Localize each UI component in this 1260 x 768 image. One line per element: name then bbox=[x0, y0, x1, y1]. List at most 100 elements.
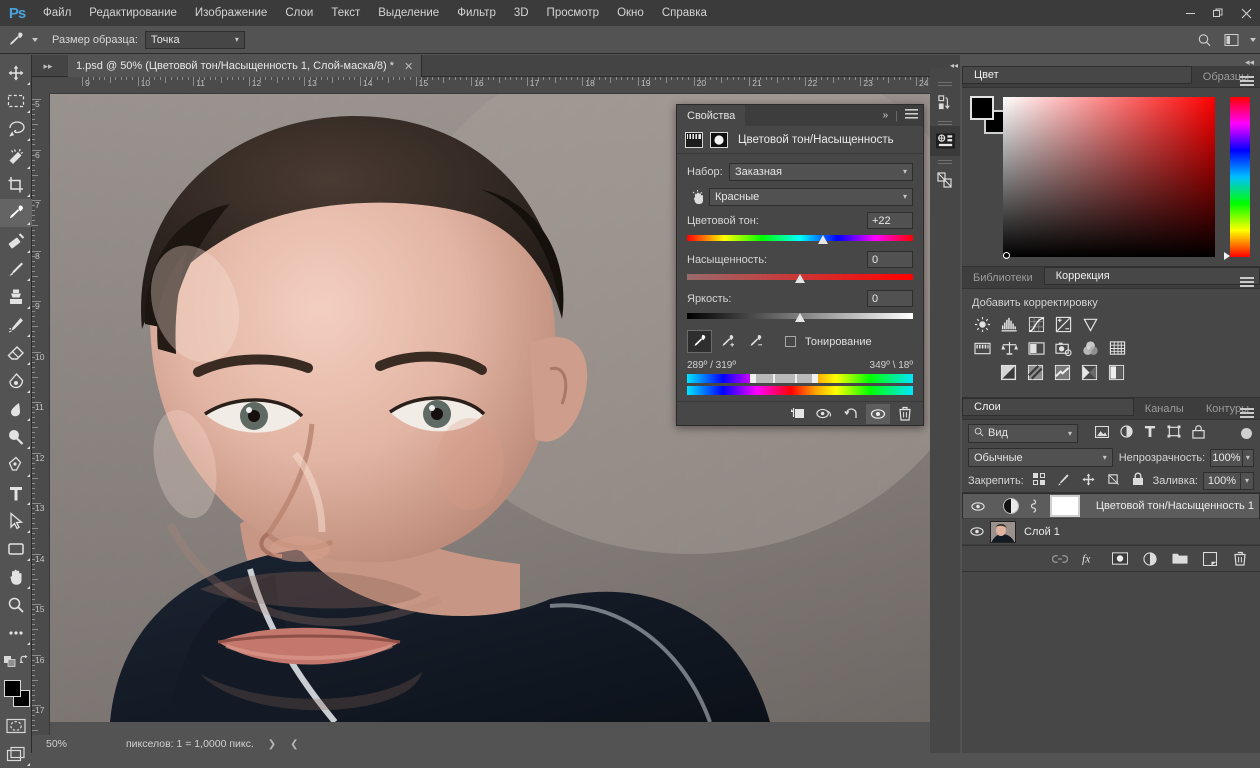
chevron-double-right-icon[interactable]: » bbox=[883, 110, 889, 121]
zoom-tool[interactable] bbox=[0, 591, 32, 619]
menu-text[interactable]: Текст bbox=[322, 0, 369, 26]
rectangle-tool[interactable] bbox=[0, 535, 32, 563]
document-tab-close-icon[interactable]: ✕ bbox=[404, 60, 413, 73]
target-adjustment-hand-icon[interactable] bbox=[687, 189, 709, 205]
lock-image-icon[interactable] bbox=[1057, 473, 1070, 489]
fill-value-input[interactable]: 100% bbox=[1203, 471, 1241, 490]
menu-edit[interactable]: Редактирование bbox=[80, 0, 186, 26]
workspace-icon[interactable] bbox=[1220, 29, 1244, 51]
eyedropper-tool[interactable] bbox=[0, 199, 32, 227]
history-brush-tool[interactable] bbox=[0, 311, 32, 339]
layer-thumbnail[interactable] bbox=[990, 520, 1016, 543]
saturation-value-input[interactable]: 0 bbox=[867, 251, 913, 268]
pen-tool[interactable] bbox=[0, 451, 32, 479]
hue-slider[interactable] bbox=[687, 234, 913, 244]
adjustment-layer-thumbnail[interactable] bbox=[1002, 498, 1019, 514]
color-panel-foreground-swatch[interactable] bbox=[970, 96, 994, 120]
restore-button[interactable] bbox=[1204, 0, 1232, 26]
levels-icon[interactable] bbox=[999, 315, 1020, 334]
adjustment-filter-icon[interactable] bbox=[1120, 425, 1133, 441]
lock-artboard-icon[interactable] bbox=[1107, 473, 1120, 489]
menu-file[interactable]: Файл bbox=[34, 0, 80, 26]
panel-menu-icon[interactable] bbox=[905, 109, 918, 122]
opacity-value-input[interactable]: 100% bbox=[1210, 448, 1243, 467]
tool-preset-chevron-down-icon[interactable] bbox=[32, 37, 38, 42]
layer-visibility-eye-icon[interactable] bbox=[967, 501, 989, 512]
opacity-chevron-down-icon[interactable]: ▾ bbox=[1242, 448, 1254, 467]
hue-value-input[interactable]: +22 bbox=[867, 212, 913, 229]
exposure-icon[interactable] bbox=[1053, 315, 1074, 334]
posterize-icon[interactable] bbox=[1025, 363, 1046, 382]
gradient-map-icon[interactable] bbox=[1079, 363, 1100, 382]
range-handle-left[interactable] bbox=[750, 374, 757, 383]
color-field-cursor[interactable] bbox=[1003, 252, 1010, 259]
new-layer-icon[interactable] bbox=[1202, 550, 1218, 568]
vibrance-icon[interactable] bbox=[1080, 315, 1101, 334]
lightness-slider[interactable] bbox=[687, 312, 913, 322]
quick-mask-icon[interactable] bbox=[0, 712, 32, 740]
smart-object-filter-icon[interactable] bbox=[1192, 424, 1205, 442]
menu-3d[interactable]: 3D bbox=[505, 0, 538, 26]
current-tool-eyedropper-icon[interactable] bbox=[0, 26, 30, 54]
tab-layers[interactable]: Слои bbox=[962, 398, 1134, 416]
screen-mode-icon[interactable] bbox=[0, 740, 32, 768]
magic-wand-tool[interactable] bbox=[0, 143, 32, 171]
menu-layers[interactable]: Слои bbox=[276, 0, 322, 26]
preset-select[interactable]: Заказная ▾ bbox=[729, 162, 913, 181]
layers-panel-menu-icon[interactable] bbox=[1240, 398, 1254, 420]
selective-color-icon[interactable] bbox=[1106, 363, 1127, 382]
lock-all-icon[interactable] bbox=[1132, 472, 1144, 489]
rectangular-marquee-tool[interactable] bbox=[0, 87, 32, 115]
horizontal-ruler[interactable]: 9 10 11 12 13 14 15 16 17 18 19 20 21 22 23 24 bbox=[50, 77, 960, 94]
pixel-filter-icon[interactable] bbox=[1094, 425, 1110, 441]
lock-transparency-icon[interactable] bbox=[1032, 473, 1045, 488]
default-colors-and-swap-icons[interactable] bbox=[0, 647, 32, 675]
minimize-button[interactable] bbox=[1176, 0, 1204, 26]
edit-toolbar-tool[interactable] bbox=[0, 619, 32, 647]
hue-strip[interactable] bbox=[1224, 97, 1250, 260]
tab-color[interactable]: Цвет bbox=[962, 66, 1192, 84]
menu-image[interactable]: Изображение bbox=[186, 0, 276, 26]
channel-mixer-icon[interactable] bbox=[1080, 339, 1101, 358]
menu-filter[interactable]: Фильтр bbox=[448, 0, 505, 26]
hue-saturation-icon[interactable] bbox=[972, 339, 993, 358]
move-tool[interactable] bbox=[0, 59, 32, 87]
tab-channels[interactable]: Каналы bbox=[1134, 398, 1195, 419]
brush-tool[interactable] bbox=[0, 255, 32, 283]
new-adjustment-icon[interactable] bbox=[1142, 550, 1158, 568]
link-layers-icon[interactable] bbox=[1052, 550, 1068, 568]
color-swatches[interactable] bbox=[0, 678, 32, 712]
expand-panels-icon[interactable]: ▸▸ bbox=[34, 58, 62, 74]
color-balance-icon[interactable] bbox=[999, 339, 1020, 358]
hue-range-spectrum[interactable] bbox=[687, 374, 913, 383]
blur-tool[interactable] bbox=[0, 395, 32, 423]
range-tick-inner-right[interactable] bbox=[795, 374, 798, 383]
delete-icon[interactable] bbox=[893, 404, 917, 424]
invert-icon[interactable] bbox=[998, 363, 1019, 382]
eyedropper-add-icon[interactable] bbox=[715, 330, 740, 353]
document-tab[interactable]: 1.psd @ 50% (Цветовой тон/Насыщенность 1… bbox=[68, 55, 423, 77]
type-filter-icon[interactable] bbox=[1144, 425, 1156, 441]
fill-chevron-down-icon[interactable]: ▾ bbox=[1241, 471, 1254, 490]
brightness-contrast-icon[interactable] bbox=[972, 315, 993, 334]
layer-visibility-eye-icon[interactable] bbox=[966, 526, 988, 537]
tab-adjustments[interactable]: Коррекция bbox=[1043, 267, 1260, 285]
lightness-slider-thumb[interactable] bbox=[795, 313, 806, 324]
menu-help[interactable]: Справка bbox=[653, 0, 716, 26]
reset-icon[interactable] bbox=[839, 404, 863, 424]
color-range-band[interactable] bbox=[752, 374, 814, 383]
eraser-tool[interactable] bbox=[0, 339, 32, 367]
blend-mode-select[interactable]: Обычные ▾ bbox=[968, 448, 1113, 467]
colorize-checkbox[interactable] bbox=[785, 336, 796, 347]
layer-mask-thumbnail[interactable] bbox=[1050, 495, 1081, 517]
menu-select[interactable]: Выделение bbox=[369, 0, 448, 26]
menu-view[interactable]: Просмотр bbox=[538, 0, 609, 26]
layer-row-layer1[interactable]: Слой 1 bbox=[962, 519, 1260, 545]
hue-slider-thumb[interactable] bbox=[817, 235, 829, 246]
new-group-icon[interactable] bbox=[1172, 550, 1188, 568]
hand-tool[interactable] bbox=[0, 563, 32, 591]
collapse-panels-chevron-icon[interactable]: ◂◂ bbox=[950, 61, 958, 70]
color-lookup-icon[interactable] bbox=[1107, 339, 1128, 358]
add-mask-icon[interactable] bbox=[1112, 550, 1128, 568]
crop-tool[interactable] bbox=[0, 171, 32, 199]
